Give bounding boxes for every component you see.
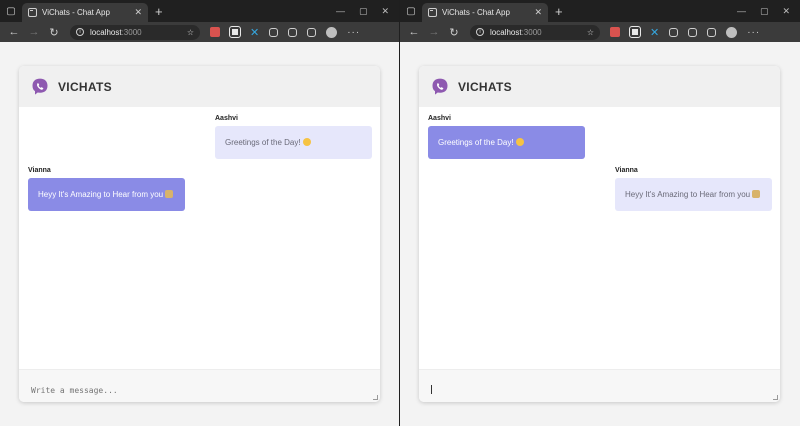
chat-card: VICHATS Aashvi Greetings of the Day! Viann… (19, 66, 380, 402)
message-composer[interactable] (419, 369, 780, 402)
address-bar[interactable]: i localhost:3000 ☆ (70, 24, 200, 40)
extensions: ✕ (210, 26, 317, 39)
url-port: :3000 (521, 27, 542, 37)
tab-title: ViChats - Chat App (42, 8, 110, 17)
favorites-icon[interactable] (688, 27, 698, 37)
pocket-extension-icon[interactable] (610, 27, 620, 37)
message-composer[interactable] (19, 369, 380, 402)
puzzle-extensions-icon[interactable] (669, 27, 679, 37)
refresh-icon[interactable]: ↻ (446, 26, 462, 39)
tab-title: ViChats - Chat App (442, 8, 510, 17)
message-sender: Aashvi (428, 115, 451, 122)
close-window-icon[interactable]: ✕ (381, 6, 389, 17)
emoji-smile-icon (515, 138, 524, 146)
add-favorite-icon[interactable]: ☆ (587, 28, 594, 37)
info-icon[interactable]: i (476, 28, 484, 36)
page-content: VICHATS Aashvi Greetings of the Day! Viann… (0, 42, 399, 426)
message-bubble: Greetings of the Day! (428, 126, 585, 159)
info-icon[interactable]: i (76, 28, 84, 36)
window-controls: — ▢ ✕ (336, 0, 395, 22)
forward-arrow-icon[interactable]: → (426, 26, 442, 38)
tab-bar: ▢ ViChats - Chat App ✕ + — ▢ ✕ (400, 0, 800, 22)
collections-icon[interactable] (707, 27, 717, 37)
extensions: ✕ (610, 26, 717, 39)
message-text: Heyy It's Amazing to Hear from you (38, 190, 164, 199)
message-bubble: Heyy It's Amazing to Hear from you (615, 178, 772, 211)
message-bubble: Heyy It's Amazing to Hear from you (28, 178, 185, 211)
maximize-icon[interactable]: ▢ (760, 6, 769, 17)
emoji-face-icon (165, 190, 174, 198)
profile-avatar[interactable] (326, 26, 338, 38)
collections-icon[interactable] (307, 27, 317, 37)
message-text: Greetings of the Day! (225, 138, 301, 147)
app-name: VICHATS (458, 79, 512, 94)
message-text: Greetings of the Day! (438, 138, 514, 147)
page-content: VICHATS Aashvi Greetings of the Day! Viann… (400, 42, 800, 426)
message-sender: Vianna (28, 167, 51, 174)
url-host: localhost (90, 27, 122, 37)
viber-logo-icon (32, 78, 48, 95)
resize-handle-icon[interactable] (373, 395, 378, 400)
chat-message: Aashvi Greetings of the Day! (428, 115, 585, 159)
more-menu-icon[interactable]: ··· (747, 27, 760, 38)
chat-header: VICHATS (19, 66, 380, 107)
more-menu-icon[interactable]: ··· (347, 27, 360, 38)
chat-message: Aashvi Greetings of the Day! (215, 115, 372, 159)
browser-tab[interactable]: ViChats - Chat App ✕ (422, 3, 548, 22)
browser-window: ▢ ViChats - Chat App ✕ + — ▢ ✕ ← → ↻ i l… (0, 0, 400, 426)
chat-card: VICHATS Aashvi Greetings of the Day! Viann… (419, 66, 780, 402)
emoji-smile-icon (302, 138, 311, 146)
browser-toolbar: ← → ↻ i localhost:3000 ☆ ✕ ··· (400, 22, 800, 42)
message-bubble: Greetings of the Day! (215, 126, 372, 159)
close-tab-icon[interactable]: ✕ (534, 7, 542, 18)
add-favorite-icon[interactable]: ☆ (187, 28, 194, 37)
address-bar[interactable]: i localhost:3000 ☆ (470, 24, 600, 40)
new-tab-plus-icon[interactable]: + (555, 5, 563, 18)
message-text: Heyy It's Amazing to Hear from you (625, 190, 751, 199)
page-icon (428, 8, 437, 17)
message-sender: Vianna (615, 167, 638, 174)
browser-toolbar: ← → ↻ i localhost:3000 ☆ ✕ ··· (0, 22, 399, 42)
x-extension-icon[interactable]: ✕ (650, 26, 659, 39)
forward-arrow-icon[interactable]: → (26, 26, 42, 38)
favorites-icon[interactable] (288, 27, 298, 37)
extension-icon[interactable] (629, 26, 641, 38)
viber-logo-icon (432, 78, 448, 95)
text-caret (431, 385, 432, 394)
close-window-icon[interactable]: ✕ (782, 6, 790, 17)
window-controls: — ▢ ✕ (737, 0, 796, 22)
tab-actions-icon[interactable]: ▢ (0, 0, 22, 22)
tab-bar: ▢ ViChats - Chat App ✕ + — ▢ ✕ (0, 0, 399, 22)
url-port: :3000 (121, 27, 142, 37)
puzzle-extensions-icon[interactable] (269, 27, 279, 37)
profile-avatar[interactable] (726, 26, 738, 38)
close-tab-icon[interactable]: ✕ (134, 7, 142, 18)
x-extension-icon[interactable]: ✕ (250, 26, 259, 39)
minimize-icon[interactable]: — (336, 6, 345, 16)
extension-icon[interactable] (229, 26, 241, 38)
minimize-icon[interactable]: — (737, 6, 746, 16)
message-input[interactable] (31, 386, 368, 395)
resize-handle-icon[interactable] (773, 395, 778, 400)
browser-tab[interactable]: ViChats - Chat App ✕ (22, 3, 148, 22)
app-name: VICHATS (58, 79, 112, 94)
browser-window: ▢ ViChats - Chat App ✕ + — ▢ ✕ ← → ↻ i l… (400, 0, 800, 426)
pocket-extension-icon[interactable] (210, 27, 220, 37)
maximize-icon[interactable]: ▢ (359, 6, 368, 17)
new-tab-plus-icon[interactable]: + (155, 5, 163, 18)
chat-message: Vianna Heyy It's Amazing to Hear from you (28, 167, 185, 211)
refresh-icon[interactable]: ↻ (46, 26, 62, 39)
chat-header: VICHATS (419, 66, 780, 107)
message-list: Aashvi Greetings of the Day! Vianna Heyy It… (19, 107, 380, 369)
chat-message: Vianna Heyy It's Amazing to Hear from you (615, 167, 772, 211)
emoji-face-icon (752, 190, 761, 198)
page-icon (28, 8, 37, 17)
url-host: localhost (490, 27, 522, 37)
message-sender: Aashvi (215, 115, 238, 122)
message-list: Aashvi Greetings of the Day! Vianna Heyy It… (419, 107, 780, 369)
tab-actions-icon[interactable]: ▢ (400, 0, 422, 22)
back-arrow-icon[interactable]: ← (406, 26, 422, 38)
back-arrow-icon[interactable]: ← (6, 26, 22, 38)
